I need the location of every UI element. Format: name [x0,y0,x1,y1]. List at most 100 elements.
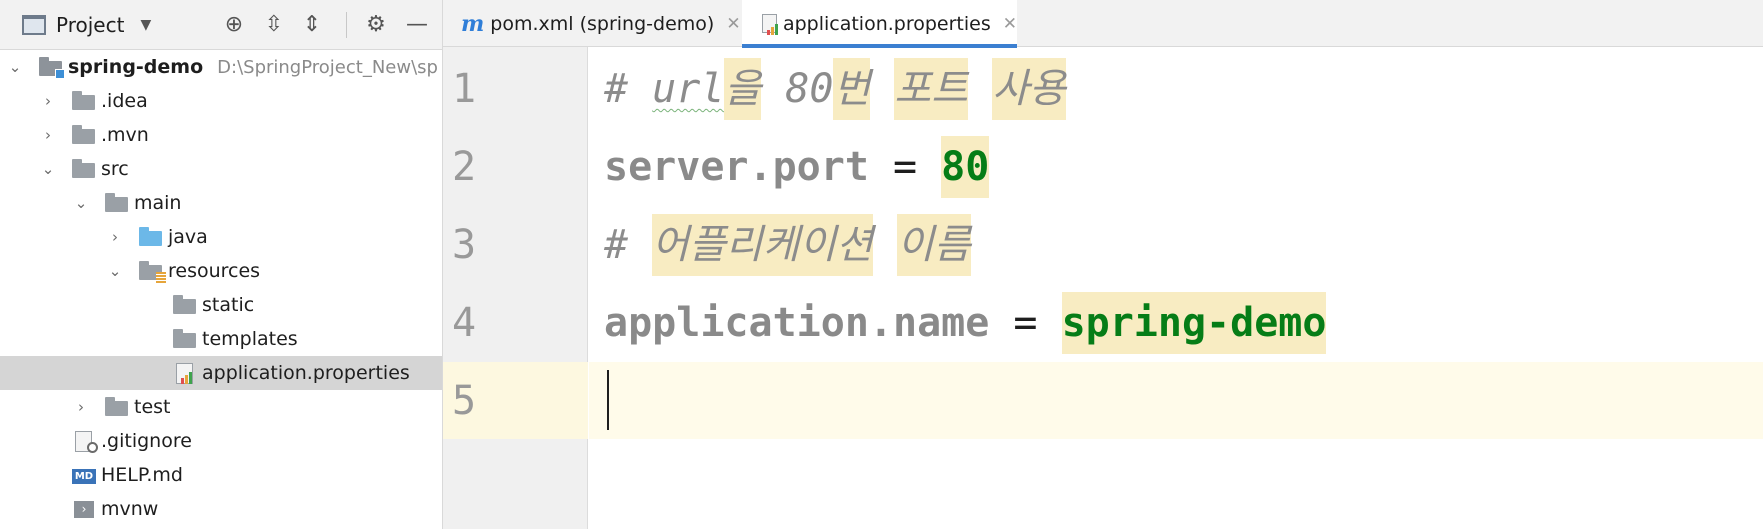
maven-file-icon: m [461,10,485,37]
chevron-down-icon[interactable]: ⌄ [106,262,124,280]
code-line-1[interactable]: # url을 80번 포트 사용 [604,50,1066,128]
comment-text: 이름 [897,214,971,276]
tree-item-src[interactable]: ⌄ src [0,152,442,186]
minimize-icon[interactable]: — [403,11,431,39]
comment-text: 80 [761,66,834,112]
tree-item-label: resources [168,260,261,282]
terminal-file-icon: › [71,498,97,520]
line-number: 1 [452,66,477,112]
project-view-selector[interactable]: Project ▼ [22,12,151,38]
comment-word-url: url [652,66,725,112]
project-view-label: Project [56,13,125,37]
code-line-3[interactable]: # 어플리케이션 이름 [604,206,971,284]
tree-item-label: .mvn [101,124,149,146]
collapse-all-icon[interactable]: ⇕ [298,11,326,39]
chevron-down-icon[interactable]: ⌄ [39,160,57,178]
comment-text [968,66,992,112]
tree-item-label: HELP.md [101,464,183,486]
tree-item-mvnw[interactable]: › mvnw [0,492,442,526]
tree-item-java[interactable]: › java [0,220,442,254]
close-icon[interactable]: ✕ [726,14,740,34]
chevron-right-icon[interactable]: › [39,126,57,144]
line-number: 5 [452,378,477,424]
expand-all-icon[interactable]: ⇳ [260,11,288,39]
tab-pom-xml[interactable]: m pom.xml (spring-demo) ✕ [443,0,742,47]
tree-item-application-properties[interactable]: application.properties [0,356,442,390]
tree-item-label: application.properties [202,362,410,384]
locate-icon[interactable]: ⊕ [220,11,248,39]
comment-text: 어플리케이션 [652,214,873,276]
tree-item-label: spring-demo [68,56,204,78]
tree-item-label: mvnw [101,498,159,520]
project-window-icon [22,15,46,35]
folder-icon [71,90,97,112]
tree-item-label: templates [202,328,298,350]
tab-application-properties[interactable]: application.properties ✕ [742,0,1017,48]
code-line-5[interactable] [604,362,1754,440]
comment-text: 번 [833,58,871,120]
chevron-right-icon[interactable]: › [39,92,57,110]
comment-text: 사용 [992,58,1066,120]
folder-icon [104,192,130,214]
text-caret [607,370,609,430]
chevron-right-icon[interactable]: › [72,398,90,416]
comment-text [870,66,894,112]
chevron-down-icon[interactable]: ⌄ [72,194,90,212]
project-toolbar: Project ▼ ⊕ ⇳ ⇕ ⚙ — [0,0,442,50]
tree-item-resources[interactable]: ⌄ resources [0,254,442,288]
chevron-down-icon: ▼ [140,17,152,33]
tree-item-static[interactable]: static [0,288,442,322]
tree-item-idea[interactable]: › .idea [0,84,442,118]
markdown-file-icon: MD [71,464,97,486]
chevron-right-icon[interactable]: › [106,228,124,246]
tree-item-label: .idea [101,90,148,112]
property-key: application.name [604,300,990,346]
property-key: server.port [604,144,869,190]
project-panel: Project ▼ ⊕ ⇳ ⇕ ⚙ — ⌄ spring-demo D:\Spr… [0,0,443,529]
property-operator: = [989,300,1062,346]
toolbar-divider [346,12,347,38]
tree-item-label: java [168,226,208,248]
property-value: spring-demo [1061,292,1327,354]
tree-item-test[interactable]: › test [0,390,442,424]
comment-hash: # [604,222,653,268]
folder-icon [104,396,130,418]
code-line-4[interactable]: application.name = spring-demo [604,284,1327,362]
tree-item-mvn[interactable]: › .mvn [0,118,442,152]
tree-item-gitignore[interactable]: .gitignore [0,424,442,458]
tree-item-main[interactable]: ⌄ main [0,186,442,220]
editor-tab-bar: m pom.xml (spring-demo) ✕ application.pr… [443,0,1763,48]
chevron-down-icon[interactable]: ⌄ [6,58,24,76]
tab-label: pom.xml (spring-demo) [490,12,715,35]
tree-item-spring-demo[interactable]: ⌄ spring-demo D:\SpringProject_New\sp [0,50,442,84]
project-path: D:\SpringProject_New\sp [217,56,438,78]
resources-folder-icon [138,260,166,283]
folder-icon [172,294,198,316]
gear-icon[interactable]: ⚙ [362,11,390,39]
tree-item-label: src [101,158,129,180]
code-line-2[interactable]: server.port = 80 [604,128,990,206]
line-number: 3 [452,222,477,268]
tree-item-label: static [202,294,255,316]
folder-icon [71,158,97,180]
property-operator: = [868,144,942,190]
properties-file-icon [172,362,198,384]
tree-item-help-md[interactable]: MD HELP.md [0,458,442,492]
tab-label: application.properties [782,12,991,35]
property-value: 80 [941,136,990,198]
tree-item-label: .gitignore [101,430,192,452]
folder-icon [172,328,198,350]
gitignore-file-icon [71,430,98,453]
tree-item-label: test [134,396,171,418]
properties-file-icon [760,13,778,35]
folder-icon [71,124,97,146]
comment-hash: # [604,66,653,112]
source-folder-icon [138,226,164,248]
close-icon[interactable]: ✕ [1003,14,1017,34]
line-number: 2 [452,144,477,190]
comment-text: 포트 [894,58,968,120]
tree-item-templates[interactable]: templates [0,322,442,356]
line-number: 4 [452,300,477,346]
comment-text: 을 [724,58,762,120]
tree-item-label: main [134,192,182,214]
